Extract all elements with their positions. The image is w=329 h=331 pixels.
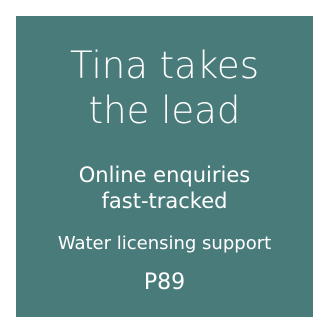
- headline-line-1: Tina takes: [70, 44, 259, 87]
- page-reference: P89: [143, 270, 186, 295]
- feature-card[interactable]: Tina takes the lead Online enquiries fas…: [16, 16, 313, 317]
- subheadline-line-1: Online enquiries: [78, 163, 251, 187]
- topic-label: Water licensing support: [57, 233, 272, 254]
- headline-line-2: the lead: [88, 89, 241, 132]
- subheadline-line-2: fast-tracked: [101, 189, 228, 213]
